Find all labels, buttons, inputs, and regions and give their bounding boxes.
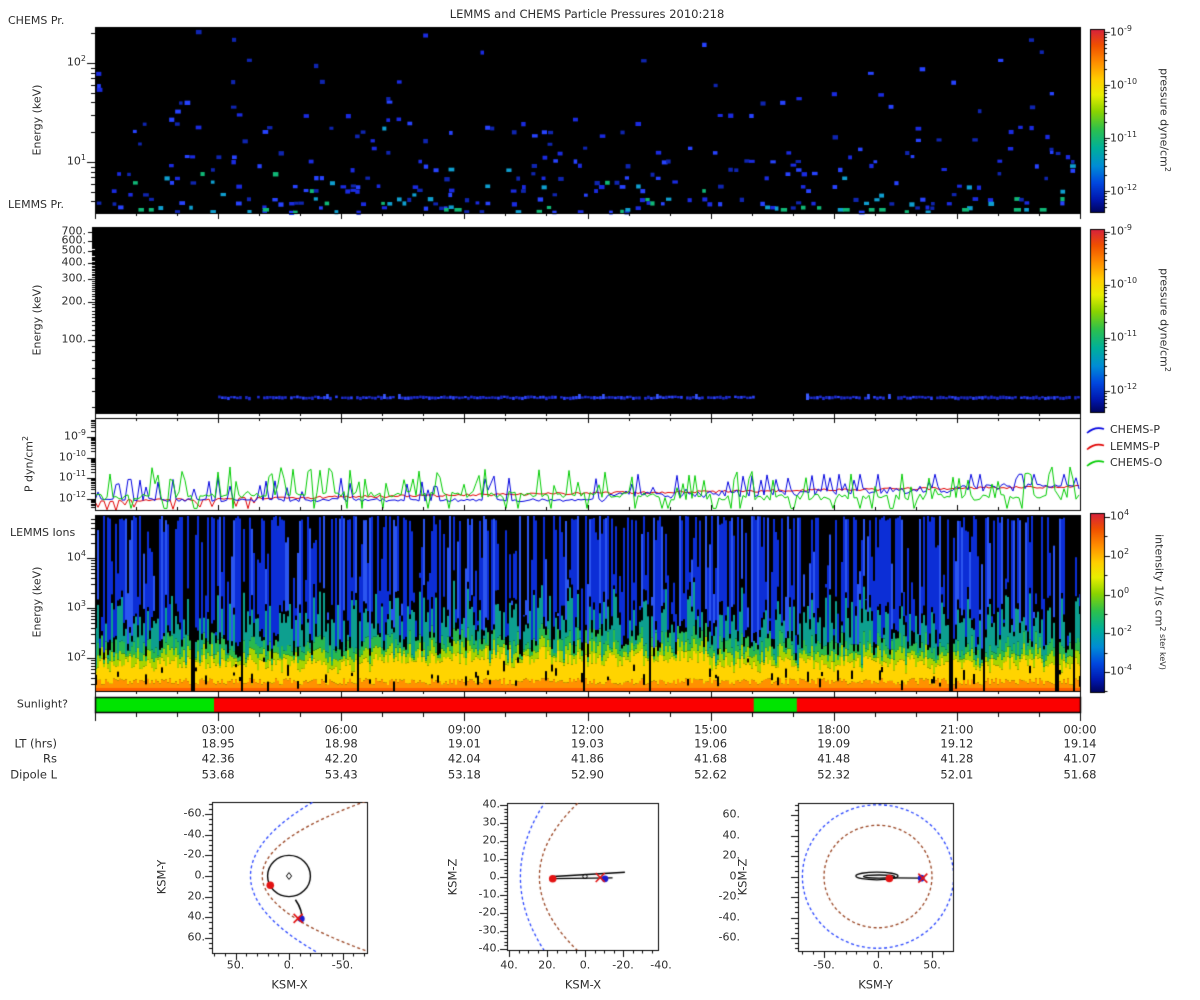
chart-title: LEMMS and CHEMS Particle Pressures 2010:… — [449, 7, 725, 21]
particle-pressure-plot-page: LEMMS and CHEMS Particle Pressures 2010:… — [0, 0, 1200, 1000]
plots-canvas — [0, 0, 1200, 1000]
